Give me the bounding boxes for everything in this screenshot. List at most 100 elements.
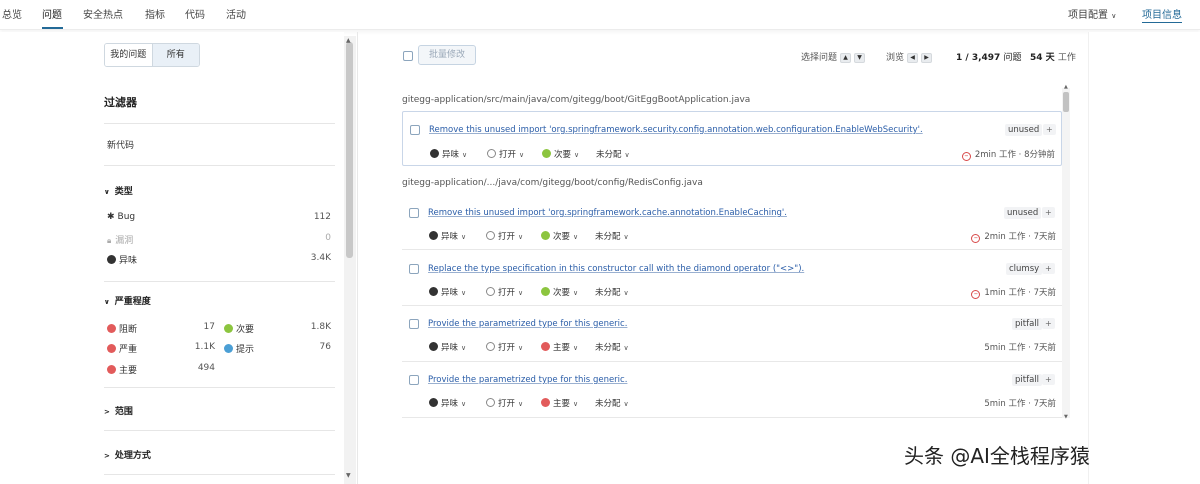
issue-age[interactable]: 8分钟前 — [1024, 150, 1055, 160]
type-bug-filter[interactable]: ✱ Bug — [107, 212, 135, 222]
issue-severity-dropdown[interactable]: 次要 ∨ — [541, 286, 578, 298]
bulk-change-button[interactable]: 批量修改 — [418, 45, 476, 65]
issue-status-dropdown[interactable]: 打开 ∨ — [486, 230, 523, 242]
issue-tag[interactable]: clumsy — [1006, 263, 1043, 275]
issue-assignee-dropdown[interactable]: 未分配 ∨ — [595, 286, 629, 298]
type-facet-header[interactable]: ∨ 类型 — [104, 184, 133, 197]
severity-blocker-filter[interactable]: 阻断 — [107, 322, 137, 335]
issue-type-dropdown[interactable]: 异味 ∨ — [429, 397, 466, 409]
scroll-down-icon[interactable]: ▼ — [346, 472, 351, 479]
issue-card[interactable]: Remove this unused import 'org.springfra… — [402, 195, 1062, 250]
scroll-up-icon[interactable]: ▲ — [346, 37, 351, 44]
issue-message[interactable]: Provide the parametrized type for this g… — [428, 375, 627, 385]
project-info-link[interactable]: 项目信息 — [1142, 6, 1182, 23]
add-tag-icon[interactable]: + — [1043, 124, 1056, 135]
issues-list-scrollbar-thumb[interactable] — [1063, 92, 1069, 112]
issue-assignee-dropdown[interactable]: 未分配 ∨ — [596, 148, 630, 160]
issue-card[interactable]: Replace the type specification in this c… — [402, 251, 1062, 306]
issue-card[interactable]: Provide the parametrized type for this g… — [402, 307, 1062, 362]
severity-critical-filter[interactable]: 严重 — [107, 342, 137, 355]
issue-checkbox[interactable] — [409, 319, 419, 329]
add-tag-icon[interactable]: + — [1042, 207, 1055, 218]
issues-list-scrollbar[interactable] — [1062, 88, 1070, 418]
project-config-menu[interactable]: 项目配置 ∨ — [1068, 6, 1116, 21]
new-code-filter[interactable]: 新代码 — [107, 138, 134, 151]
issue-age[interactable]: 7天前 — [1034, 343, 1056, 353]
nav-measures[interactable]: 指标 — [145, 6, 165, 21]
issue-severity-dropdown[interactable]: 主要 ∨ — [541, 341, 578, 353]
issue-type-dropdown[interactable]: 异味 ∨ — [429, 341, 466, 353]
nav-code[interactable]: 代码 — [185, 6, 205, 21]
severity-facet-header[interactable]: ∨ 严重程度 — [104, 294, 151, 307]
issue-checkbox[interactable] — [410, 125, 420, 135]
nav-security-hotspots[interactable]: 安全热点 — [83, 6, 123, 21]
issue-checkbox[interactable] — [409, 264, 419, 274]
nav-issues[interactable]: 问题 — [42, 6, 62, 21]
minus-circle-icon: – — [971, 234, 981, 243]
issue-status-dropdown[interactable]: 打开 ∨ — [486, 341, 523, 353]
arrow-up-icon[interactable]: ▲ — [840, 53, 852, 63]
issue-age[interactable]: 7天前 — [1034, 288, 1056, 298]
component-path[interactable]: gitegg-application/src/main/java/com/git… — [402, 95, 750, 105]
add-tag-icon[interactable]: + — [1042, 263, 1055, 274]
severity-major-filter[interactable]: 主要 — [107, 363, 137, 376]
severity-info-filter[interactable]: 提示 — [224, 342, 254, 355]
issue-type-dropdown[interactable]: 异味 ∨ — [429, 230, 466, 242]
all-issues-button[interactable]: 所有 — [152, 44, 199, 66]
scroll-down-icon[interactable]: ▼ — [1064, 414, 1068, 420]
code-smell-icon — [429, 287, 438, 296]
issue-severity-dropdown[interactable]: 主要 ∨ — [541, 397, 578, 409]
select-all-checkbox[interactable] — [403, 51, 413, 61]
issue-message[interactable]: Replace the type specification in this c… — [428, 264, 804, 274]
resolution-facet-header[interactable]: > 处理方式 — [104, 448, 151, 461]
arrow-right-icon[interactable]: ▶ — [921, 53, 933, 63]
type-code-smell-filter[interactable]: 异味 — [107, 253, 137, 266]
issue-status-dropdown[interactable]: 打开 ∨ — [486, 397, 523, 409]
add-tag-icon[interactable]: + — [1042, 374, 1055, 385]
add-tag-icon[interactable]: + — [1042, 318, 1055, 329]
chevron-down-icon: ∨ — [573, 400, 579, 408]
scroll-up-icon[interactable]: ▲ — [1064, 84, 1068, 90]
sidebar-scrollbar-thumb[interactable] — [346, 42, 353, 258]
severity-label: 次要 — [554, 150, 572, 160]
issue-message[interactable]: Provide the parametrized type for this g… — [428, 319, 627, 329]
code-smell-count: 3.4K — [310, 253, 331, 263]
issue-checkbox[interactable] — [409, 208, 419, 218]
arrow-down-icon[interactable]: ▼ — [854, 53, 866, 63]
arrow-left-icon[interactable]: ◀ — [907, 53, 919, 63]
issue-tag[interactable]: unused — [1004, 207, 1042, 219]
issue-age[interactable]: 7天前 — [1034, 232, 1056, 242]
nav-activity[interactable]: 活动 — [226, 6, 246, 21]
issue-assignee-dropdown[interactable]: 未分配 ∨ — [595, 397, 629, 409]
issue-card[interactable]: Remove this unused import 'org.springfra… — [402, 111, 1062, 166]
issue-tag[interactable]: pitfall — [1012, 318, 1043, 330]
nav-overview[interactable]: 总览 — [2, 6, 22, 21]
component-path[interactable]: gitegg-application/.../java/com/gitegg/b… — [402, 178, 703, 188]
scope-facet-header[interactable]: > 范围 — [104, 404, 133, 417]
issue-assignee-dropdown[interactable]: 未分配 ∨ — [595, 230, 629, 242]
browse-label: 浏览 — [886, 53, 905, 63]
type-label: 异味 — [441, 288, 459, 298]
my-issues-button[interactable]: 我的问题 — [105, 44, 153, 66]
type-vulnerability-filter[interactable]: 🔒︎ 漏洞 — [107, 233, 133, 246]
issue-type-dropdown[interactable]: 异味 ∨ — [430, 148, 467, 160]
issue-severity-dropdown[interactable]: 次要 ∨ — [541, 230, 578, 242]
chevron-right-icon: > — [104, 452, 110, 460]
issue-severity-dropdown[interactable]: 次要 ∨ — [542, 148, 579, 160]
issue-tag[interactable]: unused — [1005, 124, 1043, 136]
issue-status-dropdown[interactable]: 打开 ∨ — [486, 286, 523, 298]
filter-label: 异味 — [119, 256, 138, 266]
issue-checkbox[interactable] — [409, 375, 419, 385]
issue-card[interactable]: Provide the parametrized type for this g… — [402, 363, 1062, 418]
issue-message[interactable]: Remove this unused import 'org.springfra… — [428, 208, 787, 218]
issue-age[interactable]: 7天前 — [1034, 399, 1056, 409]
code-smell-icon — [430, 149, 439, 158]
chevron-down-icon: ∨ — [518, 400, 524, 408]
issue-message[interactable]: Remove this unused import 'org.springfra… — [429, 125, 923, 135]
issue-assignee-dropdown[interactable]: 未分配 ∨ — [595, 341, 629, 353]
issue-type-dropdown[interactable]: 异味 ∨ — [429, 286, 466, 298]
issue-status-dropdown[interactable]: 打开 ∨ — [487, 148, 524, 160]
effort-unit: 工作 — [1057, 53, 1076, 63]
severity-minor-filter[interactable]: 次要 — [224, 322, 254, 335]
issue-tag[interactable]: pitfall — [1012, 374, 1043, 386]
